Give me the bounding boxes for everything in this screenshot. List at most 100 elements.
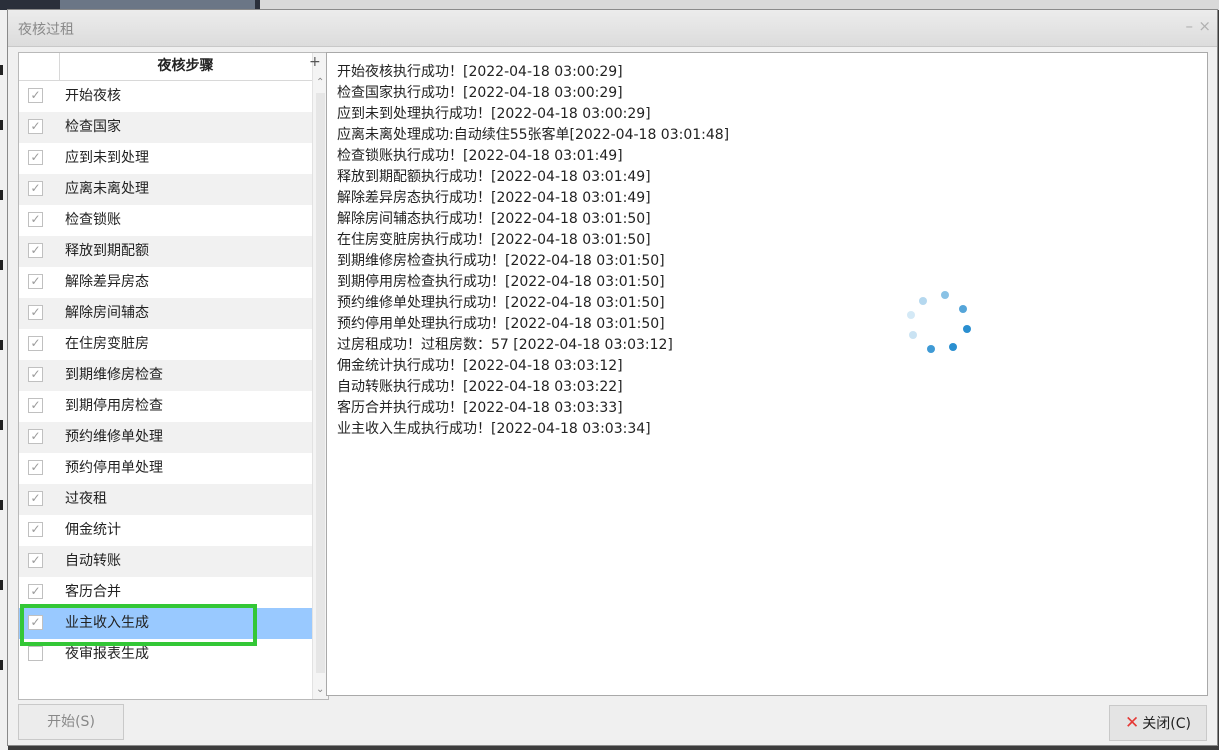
- step-row[interactable]: ✓ 预约停用单处理: [19, 453, 312, 484]
- dialog-titlebar[interactable]: 夜核过租 – ×: [8, 10, 1217, 47]
- checkmark-icon: ✓: [30, 522, 41, 536]
- step-row[interactable]: ✓ 检查国家: [19, 112, 312, 143]
- step-check-cell: ✓: [19, 546, 59, 577]
- checkmark-icon: ✓: [30, 398, 41, 412]
- steps-header: 夜核步骤: [19, 53, 312, 81]
- step-checkbox[interactable]: ✓: [28, 119, 43, 134]
- step-label: 业主收入生成: [65, 615, 149, 631]
- step-checkbox[interactable]: ✓: [28, 522, 43, 537]
- step-label: 客历合并: [65, 584, 121, 600]
- step-check-cell: ✓: [19, 329, 59, 360]
- step-row[interactable]: ✓ 自动转账: [19, 546, 312, 577]
- step-label: 夜审报表生成: [65, 646, 149, 662]
- close-button-label: 关闭(C): [1142, 716, 1191, 732]
- step-row[interactable]: ✓ 释放到期配额: [19, 236, 312, 267]
- step-check-cell: ✓: [19, 515, 59, 546]
- step-checkbox[interactable]: ✓: [28, 336, 43, 351]
- checkmark-icon: ✓: [30, 584, 41, 598]
- step-row[interactable]: ✓ 检查锁账: [19, 205, 312, 236]
- step-checkbox[interactable]: ✓: [28, 429, 43, 444]
- step-row[interactable]: ✓ 到期停用房检查: [19, 391, 312, 422]
- step-check-cell: ✓: [19, 391, 59, 422]
- chevron-up-icon[interactable]: ⌃: [316, 77, 324, 88]
- checkmark-icon: ✓: [30, 181, 41, 195]
- step-row[interactable]: 夜审报表生成: [19, 639, 312, 670]
- step-label: 在住房变脏房: [65, 336, 149, 352]
- step-checkbox[interactable]: ✓: [28, 212, 43, 227]
- checkmark-icon: ✓: [30, 491, 41, 505]
- step-row[interactable]: ✓ 解除差异房态: [19, 267, 312, 298]
- log-line: 到期维修房检查执行成功！[2022-04-18 03:01:50]: [337, 253, 665, 269]
- step-label: 释放到期配额: [65, 243, 149, 259]
- step-checkbox[interactable]: ✓: [28, 243, 43, 258]
- close-button[interactable]: ✕ 关闭(C): [1109, 705, 1207, 741]
- close-icon: ✕: [1125, 713, 1140, 733]
- log-line: 解除差异房态执行成功！[2022-04-18 03:01:49]: [337, 190, 651, 206]
- step-row[interactable]: ✓ 解除房间辅态: [19, 298, 312, 329]
- step-row[interactable]: ✓ 应离未离处理: [19, 174, 312, 205]
- plus-icon[interactable]: +: [309, 54, 321, 70]
- step-checkbox[interactable]: ✓: [28, 460, 43, 475]
- scrollbar-thumb[interactable]: [316, 93, 325, 673]
- step-checkbox[interactable]: ✓: [28, 584, 43, 599]
- step-row[interactable]: ✓ 过夜租: [19, 484, 312, 515]
- step-check-cell: ✓: [19, 360, 59, 391]
- step-label: 过夜租: [65, 491, 107, 507]
- step-label: 解除差异房态: [65, 274, 149, 290]
- step-label: 到期停用房检查: [65, 398, 163, 414]
- checkmark-icon: ✓: [30, 367, 41, 381]
- step-row[interactable]: ✓ 应到未到处理: [19, 143, 312, 174]
- step-checkbox[interactable]: [28, 646, 43, 661]
- step-row[interactable]: ✓ 在住房变脏房: [19, 329, 312, 360]
- step-checkbox[interactable]: ✓: [28, 305, 43, 320]
- checkmark-icon: ✓: [30, 615, 41, 629]
- step-checkbox[interactable]: ✓: [28, 367, 43, 382]
- step-checkbox[interactable]: ✓: [28, 553, 43, 568]
- log-line: 在住房变脏房执行成功！[2022-04-18 03:01:50]: [337, 232, 651, 248]
- log-line: 检查国家执行成功！[2022-04-18 03:00:29]: [337, 85, 623, 101]
- log-line: 过房租成功！过租房数：57 [2022-04-18 03:03:12]: [337, 337, 673, 353]
- step-row[interactable]: ✓ 业主收入生成: [19, 608, 312, 639]
- step-check-cell: ✓: [19, 174, 59, 205]
- step-checkbox[interactable]: ✓: [28, 274, 43, 289]
- step-label: 解除房间辅态: [65, 305, 149, 321]
- checkmark-icon: ✓: [30, 460, 41, 474]
- steps-list: 夜核步骤 ✓ 开始夜核 ✓ 检查国家 ✓ 应到未到处理 ✓ 应离未离处理 ✓ 检查锁账 ✓ 释放到期配…: [18, 52, 329, 700]
- checkmark-icon: ✓: [30, 150, 41, 164]
- step-checkbox[interactable]: ✓: [28, 615, 43, 630]
- step-checkbox[interactable]: ✓: [28, 491, 43, 506]
- step-label: 检查锁账: [65, 212, 121, 228]
- step-checkbox[interactable]: ✓: [28, 398, 43, 413]
- log-line: 开始夜核执行成功！[2022-04-18 03:00:29]: [337, 64, 623, 80]
- log-line: 业主收入生成执行成功！[2022-04-18 03:03:34]: [337, 421, 651, 437]
- dialog-title: 夜核过租: [18, 22, 74, 38]
- log-line: 到期停用房检查执行成功！[2022-04-18 03:01:50]: [337, 274, 665, 290]
- night-audit-dialog: 夜核过租 – × 夜核步骤 ✓ 开始夜核 ✓ 检查国家 ✓ 应到未到处理 ✓ 应离未离处理 ✓ 检…: [7, 9, 1218, 746]
- step-label: 佣金统计: [65, 522, 121, 538]
- step-row[interactable]: ✓ 佣金统计: [19, 515, 312, 546]
- log-line: 解除房间辅态执行成功！[2022-04-18 03:01:50]: [337, 211, 651, 227]
- step-row[interactable]: ✓ 客历合并: [19, 577, 312, 608]
- minimize-icon[interactable]: –: [1186, 17, 1194, 35]
- close-window-icon[interactable]: ×: [1198, 17, 1211, 35]
- chevron-down-icon[interactable]: ⌄: [316, 684, 324, 695]
- step-label: 自动转账: [65, 553, 121, 569]
- step-check-cell: ✓: [19, 205, 59, 236]
- step-check-cell: ✓: [19, 608, 59, 639]
- step-checkbox[interactable]: ✓: [28, 88, 43, 103]
- step-checkbox[interactable]: ✓: [28, 150, 43, 165]
- step-check-cell: ✓: [19, 81, 59, 112]
- checkmark-icon: ✓: [30, 553, 41, 567]
- checkmark-icon: ✓: [30, 119, 41, 133]
- step-check-cell: ✓: [19, 422, 59, 453]
- step-label: 开始夜核: [65, 88, 121, 104]
- log-line: 客历合并执行成功！[2022-04-18 03:03:33]: [337, 400, 623, 416]
- header-check-column: [19, 53, 60, 80]
- start-button[interactable]: 开始(S): [18, 704, 124, 740]
- step-checkbox[interactable]: ✓: [28, 181, 43, 196]
- step-row[interactable]: ✓ 到期维修房检查: [19, 360, 312, 391]
- step-check-cell: ✓: [19, 143, 59, 174]
- step-row[interactable]: ✓ 开始夜核: [19, 81, 312, 112]
- step-row[interactable]: ✓ 预约维修单处理: [19, 422, 312, 453]
- step-check-cell: ✓: [19, 298, 59, 329]
